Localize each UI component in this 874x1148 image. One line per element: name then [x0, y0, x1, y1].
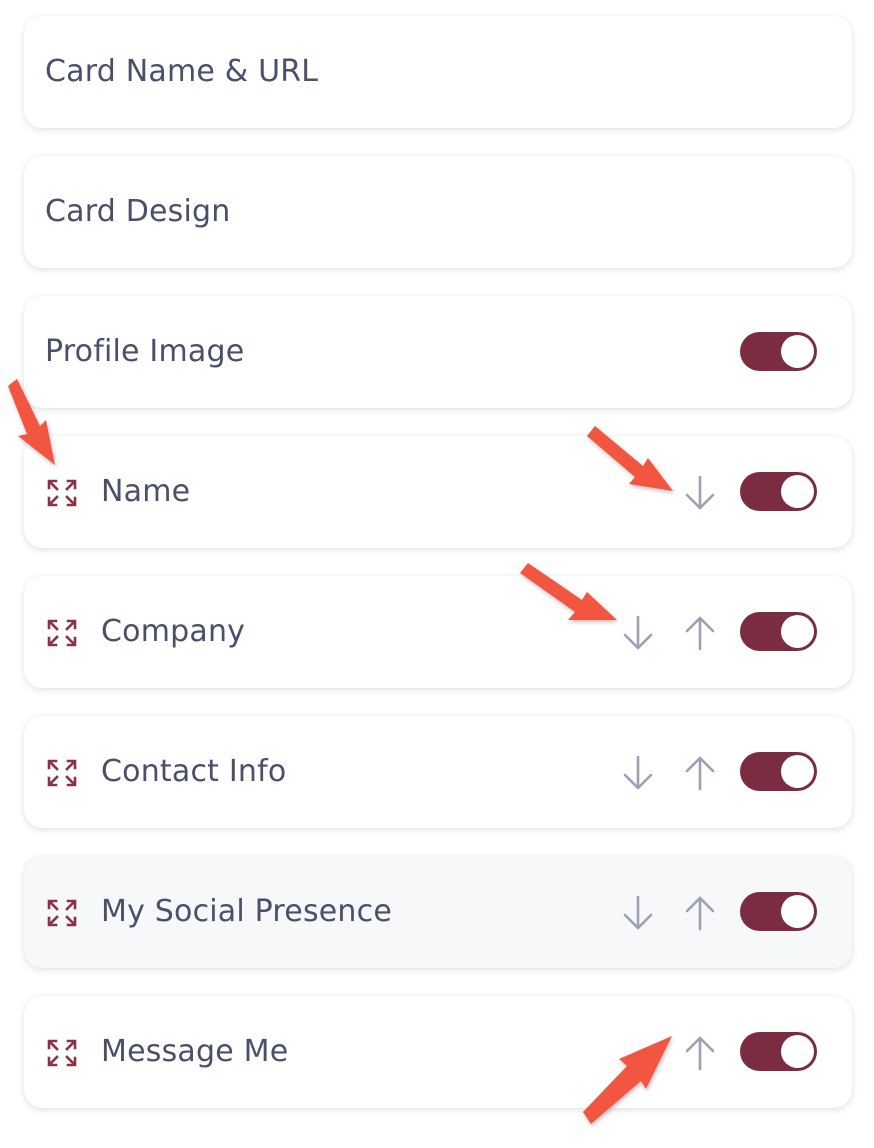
section-profile-image[interactable]: Profile Image: [24, 296, 852, 408]
section-card-design[interactable]: Card Design: [24, 156, 852, 268]
section-label: Message Me: [101, 1034, 289, 1069]
section-label: Contact Info: [101, 754, 287, 789]
toggle-knob: [781, 755, 814, 788]
section-message-me[interactable]: Message Me: [24, 996, 852, 1108]
name-toggle[interactable]: [740, 472, 817, 511]
arrow-up-icon[interactable]: [682, 1034, 718, 1072]
expand-icon[interactable]: [47, 619, 77, 647]
toggle-knob: [781, 895, 814, 928]
arrow-up-icon[interactable]: [682, 614, 718, 652]
section-label: Name: [101, 474, 191, 509]
toggle-knob: [781, 335, 814, 368]
section-label: My Social Presence: [101, 894, 393, 929]
arrow-down-icon[interactable]: [682, 474, 718, 512]
my-social-presence-toggle[interactable]: [740, 892, 817, 931]
section-name[interactable]: Name: [24, 436, 852, 548]
toggle-knob: [781, 615, 814, 648]
section-label: Card Name & URL: [45, 54, 319, 89]
arrow-down-icon[interactable]: [620, 894, 656, 932]
expand-icon[interactable]: [47, 899, 77, 927]
section-my-social-presence[interactable]: My Social Presence: [24, 856, 852, 968]
arrow-down-icon[interactable]: [620, 614, 656, 652]
expand-icon[interactable]: [47, 1039, 77, 1067]
expand-icon[interactable]: [47, 479, 77, 507]
section-label: Profile Image: [45, 334, 245, 369]
section-company[interactable]: Company: [24, 576, 852, 688]
section-contact-info[interactable]: Contact Info: [24, 716, 852, 828]
toggle-knob: [781, 1035, 814, 1068]
arrow-up-icon[interactable]: [682, 894, 718, 932]
section-label: Company: [101, 614, 246, 649]
arrow-up-icon[interactable]: [682, 754, 718, 792]
arrow-down-icon[interactable]: [620, 754, 656, 792]
expand-icon[interactable]: [47, 759, 77, 787]
company-toggle[interactable]: [740, 612, 817, 651]
contact-info-toggle[interactable]: [740, 752, 817, 791]
toggle-knob: [781, 475, 814, 508]
section-card-name-url[interactable]: Card Name & URL: [24, 16, 852, 128]
profile-image-toggle[interactable]: [740, 332, 817, 371]
section-label: Card Design: [45, 194, 231, 229]
message-me-toggle[interactable]: [740, 1032, 817, 1071]
